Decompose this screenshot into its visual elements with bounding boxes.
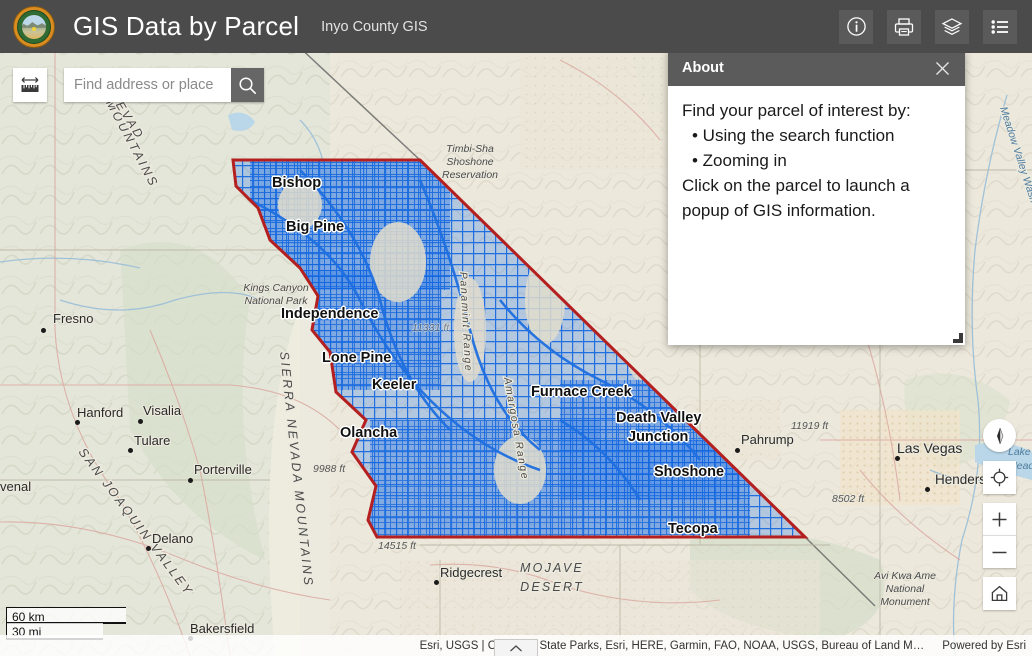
- zoom-in-icon: [992, 512, 1007, 527]
- locate-crosshair-icon: [990, 468, 1009, 487]
- about-info-icon: [846, 17, 866, 36]
- city-dot: [128, 448, 133, 453]
- about-line-2: Click on the parcel to launch a: [682, 176, 910, 195]
- search-input[interactable]: [64, 68, 231, 102]
- search-icon: [239, 76, 256, 94]
- gis-application: A MOUNTAINS RA NEVAD SIERRA NEVADA MOUNT…: [0, 0, 1032, 656]
- app-subtitle: Inyo County GIS: [321, 18, 428, 35]
- city-dot: [735, 448, 740, 453]
- about-info-button[interactable]: [839, 9, 873, 44]
- city-dot: [895, 456, 900, 461]
- svg-text:Meadow Valley Wash: Meadow Valley Wash: [997, 105, 1032, 204]
- svg-text:SAN JOAQUIN VALLEY: SAN JOAQUIN VALLEY: [76, 445, 196, 598]
- svg-text:Panamint Range: Panamint Range: [457, 272, 474, 373]
- svg-text:MOJAVE: MOJAVE: [520, 561, 584, 575]
- about-panel-title: About: [682, 60, 724, 76]
- svg-text:SIERRA NEVADA MOUNTAINS: SIERRA NEVADA MOUNTAINS: [277, 351, 316, 588]
- about-close-button[interactable]: [931, 57, 953, 79]
- print-icon: [894, 17, 914, 36]
- measure-tool-button[interactable]: [13, 68, 47, 102]
- about-bullet-2: • Zooming in: [692, 151, 787, 170]
- about-panel: About Find your parcel of interest by: •…: [668, 50, 965, 345]
- about-line-3: popup of GIS information.: [682, 201, 876, 220]
- city-dot: [75, 420, 80, 425]
- search-bar: [64, 68, 264, 102]
- about-resize-handle[interactable]: [951, 333, 965, 347]
- legend-button[interactable]: [983, 9, 1017, 44]
- compass-north-icon: [996, 427, 1003, 444]
- page-title: GIS Data by Parcel: [73, 11, 300, 41]
- search-button[interactable]: [231, 68, 264, 102]
- svg-text:DESERT: DESERT: [520, 580, 584, 594]
- inyo-county-seal-logo: [13, 5, 55, 48]
- city-dot: [434, 580, 439, 585]
- layers-button[interactable]: [935, 9, 969, 44]
- zoom-out-button[interactable]: [983, 535, 1016, 568]
- seal-scene: [22, 14, 46, 39]
- home-extent-button[interactable]: [983, 577, 1016, 610]
- print-button[interactable]: [887, 9, 921, 44]
- svg-text:Amargosa Range: Amargosa Range: [501, 375, 531, 481]
- zoom-in-button[interactable]: [983, 503, 1016, 536]
- layers-icon: [941, 17, 963, 35]
- city-dot: [188, 478, 193, 483]
- header-toolbar: [839, 9, 1017, 44]
- about-panel-body: Find your parcel of interest by: • Using…: [668, 86, 965, 345]
- legend-icon: [991, 19, 1008, 34]
- zoom-out-icon: [992, 551, 1007, 553]
- about-bullet-1: • Using the search function: [692, 126, 895, 145]
- home-icon: [991, 585, 1008, 602]
- app-header: GIS Data by Parcel Inyo County GIS: [0, 0, 1032, 53]
- scale-bar-km: 60 km: [6, 607, 126, 624]
- measure-ruler-icon: [21, 77, 39, 92]
- attribution-collapse-button[interactable]: [494, 639, 538, 656]
- city-dot: [138, 419, 143, 424]
- city-dot: [41, 328, 46, 333]
- scale-km-label: 60 km: [12, 610, 45, 624]
- powered-by-esri: Powered by Esri: [942, 639, 1026, 652]
- compass-north-button[interactable]: [983, 419, 1016, 452]
- chevron-up-icon: [510, 644, 522, 651]
- about-line-1: Find your parcel of interest by:: [682, 101, 911, 120]
- city-dot: [146, 546, 151, 551]
- locate-button[interactable]: [983, 461, 1016, 494]
- about-panel-header: About: [668, 50, 965, 86]
- city-dot: [925, 487, 930, 492]
- close-icon: [935, 61, 949, 75]
